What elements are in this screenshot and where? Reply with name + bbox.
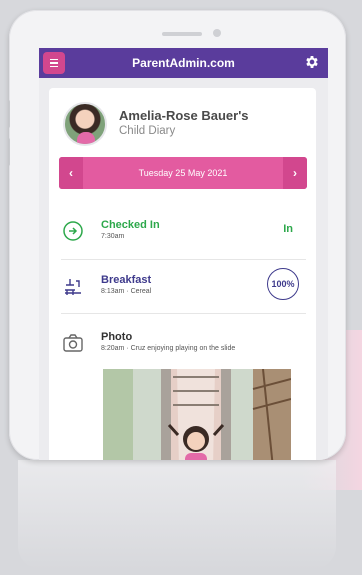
- entry-photo[interactable]: Photo 8:20am · Cruz enjoying playing on …: [61, 331, 305, 357]
- camera-icon: [63, 334, 83, 352]
- diary-subtitle: Child Diary: [119, 125, 176, 137]
- previous-day-button[interactable]: ‹: [59, 157, 83, 189]
- entry-time: 8:13am · Cereal: [101, 288, 152, 295]
- top-bar: ParentAdmin.com: [39, 48, 328, 78]
- high-chair-icon: [65, 279, 81, 295]
- next-day-button[interactable]: ›: [283, 157, 307, 189]
- entry-breakfast[interactable]: Breakfast 8:13am · Cereal 100%: [61, 268, 305, 300]
- volume-down-button: [9, 138, 10, 166]
- date-navigator: ‹ Tuesday 25 May 2021 ›: [59, 157, 307, 189]
- menu-icon: [50, 58, 58, 61]
- child-avatar: [63, 102, 107, 146]
- tablet-speaker: [162, 32, 202, 36]
- app-title: ParentAdmin.com: [132, 56, 235, 70]
- entry-time: 7:30am: [101, 233, 125, 240]
- checked-in-status: In: [283, 223, 293, 235]
- entry-checked-in[interactable]: Checked In 7:30am In: [61, 219, 305, 245]
- tablet-reflection: [18, 460, 336, 570]
- divider: [61, 313, 306, 314]
- playground-slide-photo[interactable]: [103, 369, 291, 460]
- volume-up-button: [9, 100, 10, 128]
- child-name: Amelia-Rose Bauer's: [119, 108, 249, 123]
- app-screen: ParentAdmin.com Amelia-Rose Bauer's Chil…: [39, 48, 328, 460]
- entry-title: Breakfast: [101, 274, 152, 286]
- entry-title: Checked In: [101, 219, 160, 231]
- entry-caption: 8:20am · Cruz enjoying playing on the sl…: [101, 345, 236, 352]
- settings-gear-icon[interactable]: [304, 54, 320, 70]
- diary-card: Amelia-Rose Bauer's Child Diary ‹ Tuesda…: [49, 88, 316, 460]
- tablet-camera: [213, 29, 221, 37]
- divider: [61, 259, 306, 260]
- profile-header: Amelia-Rose Bauer's Child Diary: [49, 102, 316, 148]
- entry-title: Photo: [101, 331, 133, 343]
- menu-button[interactable]: [43, 52, 65, 74]
- current-date: Tuesday 25 May 2021: [138, 168, 228, 178]
- check-in-icon: [63, 221, 83, 241]
- tablet-frame: ParentAdmin.com Amelia-Rose Bauer's Chil…: [9, 10, 346, 460]
- meal-percentage-badge: 100%: [267, 268, 299, 300]
